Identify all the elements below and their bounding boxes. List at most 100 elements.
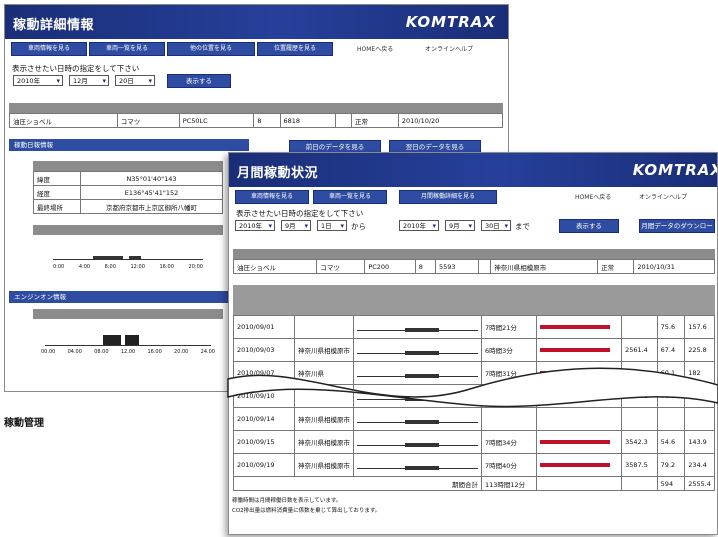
table-cell: 5593 bbox=[434, 259, 479, 274]
download-button[interactable]: 月間データのダウンロード bbox=[639, 219, 715, 242]
chart-ticks: 00.00 04.00 08.00 12.00 16.00 20.00 24.0… bbox=[41, 349, 215, 355]
month-select[interactable]: 12月 bbox=[69, 75, 109, 87]
engine-block bbox=[103, 335, 121, 345]
operation-block bbox=[405, 373, 440, 378]
monthly-table: 2010/09/01 7時間21分 75.6 157.6 2010/09/03 神奈川県相… bbox=[232, 315, 715, 491]
home-link[interactable]: HOMEへ戻る bbox=[575, 192, 611, 201]
vehicle-table-header bbox=[9, 103, 503, 113]
table-cell: 神奈川県相模原市 bbox=[490, 259, 599, 274]
operation-block bbox=[405, 327, 440, 332]
show-button[interactable]: 表示する bbox=[559, 219, 619, 233]
fuel-bar-cell bbox=[536, 430, 623, 454]
nav-bar: 車両情報を見る 車両一覧を見る 月間稼働詳細を見る HOMEへ戻る オンラインヘ… bbox=[229, 190, 717, 206]
fuel-cell bbox=[621, 315, 658, 339]
day-select[interactable]: 20日 bbox=[115, 75, 155, 87]
caption: 稼動管理 bbox=[4, 418, 44, 429]
operation-block bbox=[405, 419, 440, 424]
timeline-cell bbox=[353, 315, 482, 339]
other-location-button[interactable]: 他の位置を見る bbox=[167, 42, 255, 56]
value-cell bbox=[684, 407, 715, 431]
timeline-line bbox=[357, 350, 478, 355]
location-history-button[interactable]: 位置履歴を見る bbox=[257, 42, 333, 56]
fuel-cell: 3542.3 bbox=[621, 430, 658, 454]
monthly-table-header bbox=[233, 285, 715, 315]
place-cell bbox=[294, 315, 355, 339]
total-row: 期間合計 113時間12分 594 2555.4 bbox=[233, 476, 715, 491]
value-cell: 67.4 bbox=[656, 338, 686, 362]
hours-cell: 7時間40分 bbox=[480, 453, 538, 477]
operation-block bbox=[405, 350, 440, 355]
note-line: CO2排出量は燃料消費量に係数を乗じて算出しております。 bbox=[232, 508, 381, 514]
value-cell: 182 bbox=[684, 361, 715, 385]
tick-label: 4:00 bbox=[78, 264, 91, 270]
fuel-bar-cell bbox=[536, 315, 623, 339]
vehicle-info-button[interactable]: 車両情報を見る bbox=[11, 42, 87, 56]
komtrax-logo: KOMTRAX bbox=[405, 13, 496, 31]
tick-label: 08.00 bbox=[94, 349, 109, 355]
timeline-cell bbox=[353, 407, 482, 431]
timeline-line bbox=[357, 442, 478, 447]
place-cell: 神奈川県相模原市 bbox=[294, 453, 355, 477]
monthly-detail-button[interactable]: 月間稼働詳細を見る bbox=[399, 190, 497, 204]
home-link[interactable]: HOMEへ戻る bbox=[357, 44, 393, 53]
table-cell bbox=[477, 259, 492, 274]
table-row: 2010/09/07 神奈川県 7時間31分 2589.5 60.1 182 bbox=[232, 361, 715, 385]
vehicle-list-button[interactable]: 車両一覧を見る bbox=[89, 42, 165, 56]
help-link[interactable]: オンラインヘルプ bbox=[639, 192, 687, 201]
table-cell bbox=[334, 113, 353, 128]
help-link[interactable]: オンラインヘルプ bbox=[425, 44, 473, 53]
tick-label: 20:00 bbox=[188, 264, 203, 270]
fuel-bar-cell bbox=[536, 453, 623, 477]
from-month-select[interactable]: 9月 bbox=[281, 220, 311, 232]
vehicle-list-button[interactable]: 車両一覧を見る bbox=[313, 190, 387, 204]
location-info-table: 緯度 N35°01'40"143 経度 E136°45'41"152 最終場所 京都府… bbox=[33, 171, 223, 214]
from-day-select[interactable]: 1日 bbox=[317, 220, 347, 232]
date-cell: 2010/09/14 bbox=[232, 407, 296, 431]
table-cell: 6818 bbox=[279, 113, 336, 128]
date-prompt: 表示させたい日時の指定をして下さい bbox=[236, 209, 364, 218]
place-cell: 神奈川県相模原市 bbox=[294, 338, 355, 362]
hours-cell: 7時間34分 bbox=[480, 430, 538, 454]
to-month-select[interactable]: 9月 bbox=[445, 220, 475, 232]
value-cell: 75.6 bbox=[656, 315, 686, 339]
engine-chart-header bbox=[33, 309, 223, 319]
tick-label: 16.00 bbox=[147, 349, 162, 355]
show-button[interactable]: 表示する bbox=[167, 74, 231, 88]
tick-label: 00.00 bbox=[41, 349, 56, 355]
info-value: N35°01'40"143 bbox=[80, 171, 223, 186]
to-year-select[interactable]: 2010年 bbox=[399, 220, 439, 232]
fuel-cell: 3587.5 bbox=[621, 453, 658, 477]
window-title: 稼動詳細情報 bbox=[13, 18, 95, 33]
tick-label: 20.00 bbox=[174, 349, 189, 355]
table-row: 緯度 N35°01'40"143 bbox=[33, 171, 223, 186]
vehicle-info-button[interactable]: 車両情報を見る bbox=[235, 190, 309, 204]
date-prompt: 表示させたい日時の指定をして下さい bbox=[12, 64, 140, 73]
year-select[interactable]: 2010年 bbox=[13, 75, 63, 87]
table-cell: コマツ bbox=[316, 259, 366, 274]
operation-block bbox=[405, 396, 440, 401]
table-cell: PC200 bbox=[364, 259, 416, 274]
operation-block bbox=[405, 442, 440, 447]
operation-block bbox=[129, 256, 141, 260]
fuel-bar-cell bbox=[536, 407, 623, 431]
tick-label: 04.00 bbox=[67, 349, 82, 355]
value-cell bbox=[656, 407, 686, 431]
fuel-bar bbox=[540, 463, 611, 467]
to-day-select[interactable]: 30日 bbox=[481, 220, 511, 232]
timeline-line bbox=[357, 465, 478, 470]
total-value: 594 bbox=[656, 476, 686, 491]
info-label: 経度 bbox=[33, 185, 81, 200]
title-bar: 稼動詳細情報 KOMTRAX bbox=[5, 5, 508, 39]
hours-cell: 7時間31分 bbox=[480, 361, 538, 385]
fuel-bar bbox=[540, 325, 611, 329]
from-year-select[interactable]: 2010年 bbox=[235, 220, 275, 232]
value-cell: 225.8 bbox=[684, 338, 715, 362]
monthly-status-window: 月間稼動状況 KOMTRAX 車両情報を見る 車両一覧を見る 月間稼働詳細を見る… bbox=[228, 152, 718, 535]
place-cell: 神奈川県 bbox=[294, 361, 355, 385]
value-cell: 157.6 bbox=[684, 315, 715, 339]
date-cell: 2010/09/10 bbox=[232, 384, 296, 408]
fuel-bar-cell bbox=[536, 338, 623, 362]
date-cell: 2010/09/19 bbox=[232, 453, 296, 477]
date-cell: 2010/09/01 bbox=[232, 315, 296, 339]
value-cell: 54.6 bbox=[656, 430, 686, 454]
